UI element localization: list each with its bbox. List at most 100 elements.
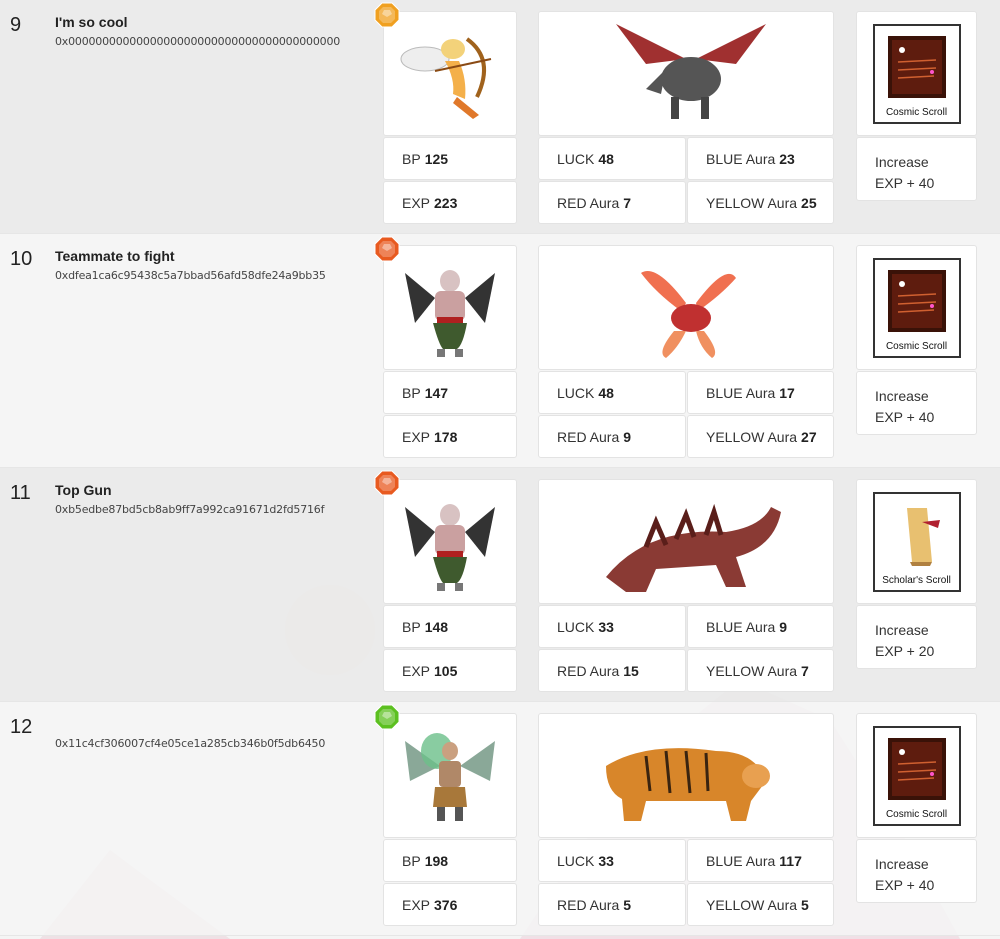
yellow-aura-label: YELLOW Aura (706, 662, 798, 679)
rank-number: 12 (10, 716, 33, 738)
yellow-aura-stat: YELLOW Aura 7 (687, 649, 834, 692)
luck-value: 48 (598, 150, 614, 167)
spiked-beast-icon (606, 503, 781, 592)
yellow-aura-value: 25 (801, 194, 817, 211)
leaderboard-row[interactable]: 10 Teammate to fight 0xdfea1ca6c95438c5a… (0, 234, 1000, 468)
leaderboard-row[interactable]: 12 0x11c4cf306007cf4e05ce1a285cb346b0f5d… (0, 702, 1000, 936)
luck-value: 33 (598, 852, 614, 869)
yellow-aura-label: YELLOW Aura (706, 428, 798, 445)
tiger-icon (606, 747, 770, 821)
red-aura-value: 5 (623, 896, 632, 913)
wallet-address[interactable]: 0x00000000000000000000000000000000000000… (55, 35, 340, 48)
yellow-aura-stat: YELLOW Aura 5 (687, 883, 834, 926)
scroll-effect: Increase EXP + 40 (856, 839, 977, 903)
blue-aura-value: 9 (779, 618, 788, 635)
scroll-name: Cosmic Scroll (885, 106, 948, 118)
luck-label: LUCK (557, 618, 595, 635)
hero-card[interactable] (383, 713, 517, 838)
blue-aura-stat: BLUE Aura 117 (687, 839, 834, 882)
blue-aura-label: BLUE Aura (706, 384, 776, 401)
leaderboard-row[interactable]: 11 Top Gun 0xb5edbe87bd5cb8ab9ff7a992ca9… (0, 468, 1000, 702)
exp-value: 376 (434, 896, 458, 913)
blue-aura-stat: BLUE Aura 9 (687, 605, 834, 648)
luck-value: 33 (598, 618, 614, 635)
scroll-effect: Increase EXP + 20 (856, 605, 977, 669)
scroll-card[interactable]: Cosmic Scroll (856, 11, 977, 136)
yellow-aura-value: 5 (801, 896, 809, 913)
yellow-aura-stat: YELLOW Aura 27 (687, 415, 834, 458)
pet-card[interactable] (538, 11, 834, 136)
bp-label: BP (402, 384, 421, 401)
red-aura-label: RED Aura (557, 662, 620, 679)
exp-value: 223 (434, 194, 458, 211)
yellow-aura-value: 27 (801, 428, 817, 445)
scroll-icon (887, 35, 946, 98)
exp-stat: EXP 178 (383, 415, 517, 458)
luck-stat: LUCK 33 (538, 605, 686, 648)
luck-stat: LUCK 48 (538, 371, 686, 414)
scroll-icon (906, 507, 940, 566)
scroll-card[interactable]: Cosmic Scroll (856, 245, 977, 370)
scroll-icon (887, 269, 946, 332)
pet-card[interactable] (538, 713, 834, 838)
exp-label: EXP (402, 896, 431, 913)
red-aura-label: RED Aura (557, 896, 620, 913)
shaman-icon (405, 732, 495, 821)
exp-stat: EXP 376 (383, 883, 517, 926)
wallet-address[interactable]: 0xb5edbe87bd5cb8ab9ff7a992ca91671d2fd571… (55, 503, 324, 516)
exp-stat: EXP 105 (383, 649, 517, 692)
bp-value: 198 (424, 852, 449, 869)
yellow-aura-stat: YELLOW Aura 25 (687, 181, 834, 224)
yellow-aura-label: YELLOW Aura (706, 896, 798, 913)
scroll-icon (887, 737, 946, 800)
blue-aura-value: 117 (779, 852, 802, 869)
hero-card[interactable] (383, 245, 517, 370)
red-aura-stat: RED Aura 9 (538, 415, 686, 458)
bp-value: 125 (424, 150, 449, 167)
dragon-icon (616, 23, 766, 119)
rank-number: 9 (10, 14, 22, 36)
scroll-card[interactable]: Cosmic Scroll (856, 713, 977, 838)
blue-aura-label: BLUE Aura (706, 150, 776, 167)
red-aura-label: RED Aura (557, 194, 620, 211)
hero-card[interactable] (383, 11, 517, 136)
bp-stat: BP 148 (383, 605, 517, 648)
wallet-address[interactable]: 0xdfea1ca6c95438c5a7bbad56afd58dfe24a9bb… (55, 269, 326, 282)
leaderboard-row[interactable]: 9 I'm so cool 0x000000000000000000000000… (0, 0, 1000, 234)
gem-icon (374, 704, 400, 730)
gem-icon (374, 236, 400, 262)
gem-icon (374, 470, 400, 496)
luck-label: LUCK (557, 150, 595, 167)
scroll-card[interactable]: Scholar's Scroll (856, 479, 977, 604)
scroll-name: Cosmic Scroll (885, 808, 948, 820)
bp-stat: BP 147 (383, 371, 517, 414)
pet-card[interactable] (538, 479, 834, 604)
exp-label: EXP (402, 428, 431, 445)
player-name: I'm so cool (55, 14, 128, 30)
blue-aura-stat: BLUE Aura 17 (687, 371, 834, 414)
rank-number: 11 (10, 482, 31, 504)
blue-aura-stat: BLUE Aura 23 (687, 137, 834, 180)
gem-icon (374, 2, 400, 28)
luck-stat: LUCK 48 (538, 137, 686, 180)
bp-value: 148 (424, 618, 449, 635)
bp-label: BP (402, 852, 421, 869)
red-aura-stat: RED Aura 5 (538, 883, 686, 926)
scroll-effect: Increase EXP + 40 (856, 371, 977, 435)
red-aura-value: 7 (623, 194, 632, 211)
pet-card[interactable] (538, 245, 834, 370)
red-aura-label: RED Aura (557, 428, 620, 445)
leaderboard-list: 9 I'm so cool 0x000000000000000000000000… (0, 0, 1000, 936)
exp-label: EXP (402, 662, 431, 679)
bp-value: 147 (424, 384, 449, 401)
scroll-frame: Cosmic Scroll (872, 23, 961, 124)
player-name: Teammate to fight (55, 248, 175, 264)
hero-card[interactable] (383, 479, 517, 604)
exp-value: 105 (434, 662, 458, 679)
wallet-address[interactable]: 0x11c4cf306007cf4e05ce1a285cb346b0f5db64… (55, 737, 325, 750)
phoenix-icon (641, 270, 736, 358)
scroll-effect: Increase EXP + 40 (856, 137, 977, 201)
exp-label: EXP (402, 194, 431, 211)
player-name: Top Gun (55, 482, 112, 498)
blue-aura-label: BLUE Aura (706, 618, 776, 635)
